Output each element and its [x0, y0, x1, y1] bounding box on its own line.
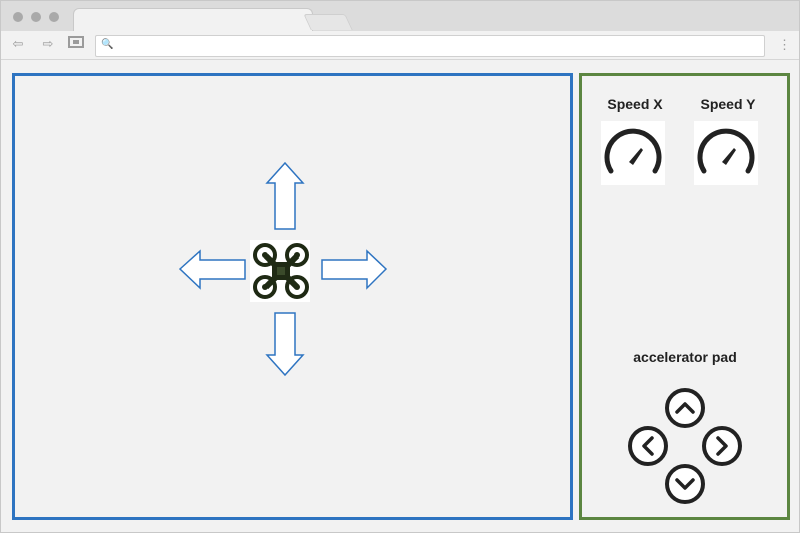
speed-y-gauge — [694, 121, 758, 185]
speedometer-icon — [697, 128, 755, 174]
forward-button[interactable]: ⇨ — [39, 35, 57, 53]
browser-tab[interactable] — [73, 8, 313, 32]
speedometer-icon — [604, 128, 662, 174]
reload-button[interactable] — [67, 35, 85, 53]
close-window-button[interactable] — [13, 12, 23, 22]
reload-icon — [68, 36, 84, 48]
back-arrow-icon: ⇦ — [12, 36, 24, 51]
back-button[interactable]: ⇦ — [9, 35, 27, 53]
search-icon: 🔍 — [101, 39, 114, 50]
accelerator-right-button[interactable] — [702, 426, 742, 466]
drone-canvas[interactable] — [12, 73, 573, 520]
accelerator-pad — [624, 386, 746, 506]
accelerator-left-button[interactable] — [628, 426, 668, 466]
speed-y-label: Speed Y — [700, 96, 756, 112]
accelerator-up-button[interactable] — [665, 388, 705, 428]
maximize-window-button[interactable] — [49, 12, 59, 22]
accelerator-pad-label: accelerator pad — [633, 349, 737, 365]
forward-arrow-icon: ⇨ — [42, 36, 54, 51]
title-bar — [1, 1, 799, 32]
address-input[interactable] — [116, 38, 760, 55]
address-bar[interactable]: 🔍 — [95, 35, 765, 57]
kebab-menu-icon: ⋮ — [778, 37, 791, 52]
speed-x-label: Speed X — [607, 96, 663, 112]
menu-button[interactable]: ⋮ — [778, 36, 791, 54]
browser-toolbar: ⇦ ⇨ 🔍 ⋮ — [1, 31, 799, 60]
minimize-window-button[interactable] — [31, 12, 41, 22]
new-tab-button[interactable] — [303, 14, 353, 30]
accelerator-down-button[interactable] — [665, 464, 705, 504]
speed-x-gauge — [601, 121, 665, 185]
